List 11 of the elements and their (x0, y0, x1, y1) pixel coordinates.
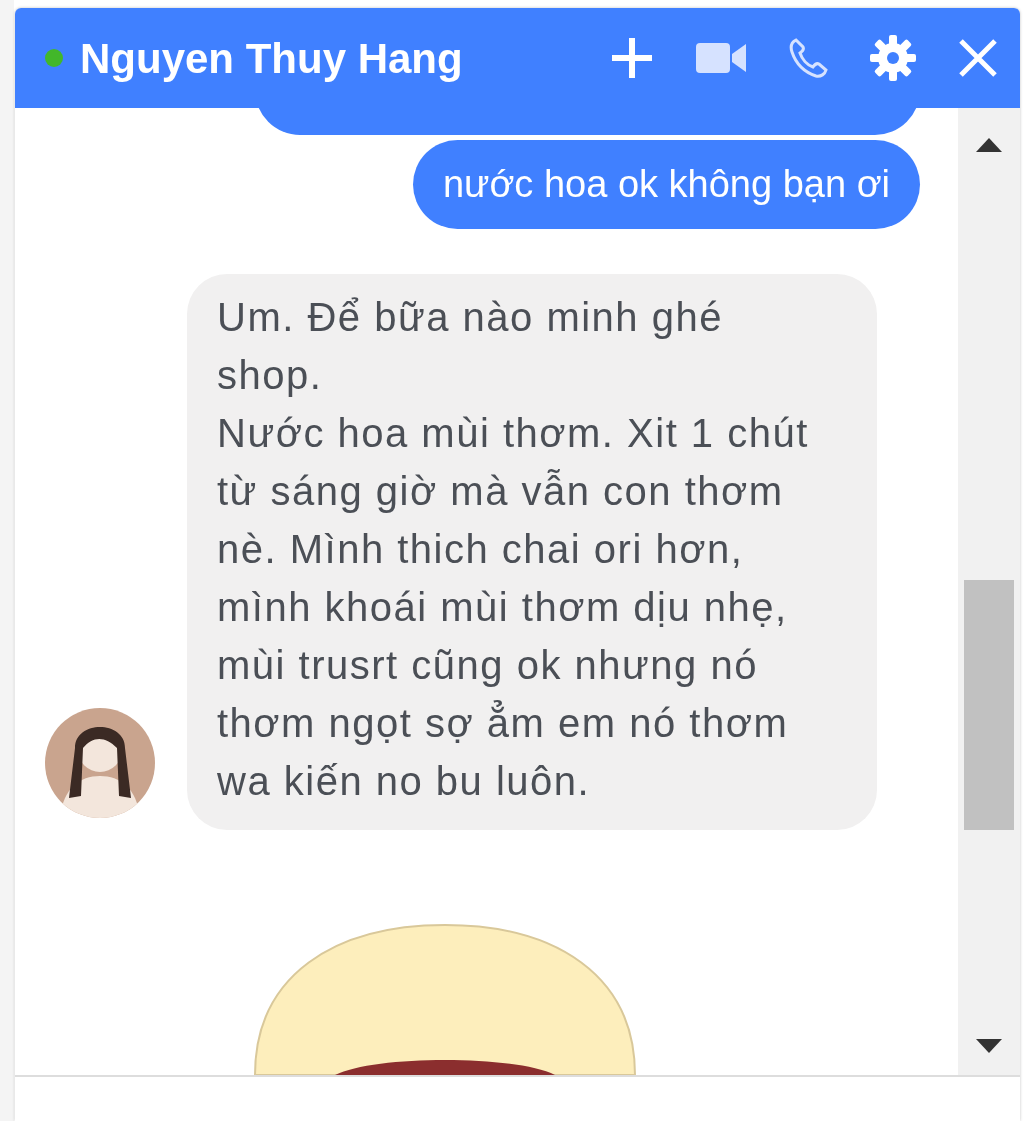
message-bubble: Um. Để bữa nào minh ghé shop. Nước hoa mùi thơm. Xit 1 chút từ sáng giờ mà vẫn con thơm nè. Mình thich chai ori hơn, mình khoái mùi thơm dịu nhẹ, mùi trusrt cũng ok nhưng nó thơm ngọt sợ ẳm em nó thơm wa kiến no bu luôn. (187, 274, 877, 830)
scroll-down-icon[interactable] (976, 1039, 1002, 1053)
scrollbar[interactable] (958, 108, 1020, 1075)
scroll-up-icon[interactable] (976, 138, 1002, 152)
close-icon[interactable] (958, 38, 998, 78)
scroll-thumb[interactable] (964, 580, 1014, 830)
add-icon[interactable] (610, 36, 654, 80)
phone-icon[interactable] (788, 38, 828, 78)
video-camera-icon[interactable] (696, 41, 746, 75)
message-bubble: nước hoa ok không bạn ơi (412, 140, 920, 229)
settings-icon[interactable] (870, 35, 916, 81)
